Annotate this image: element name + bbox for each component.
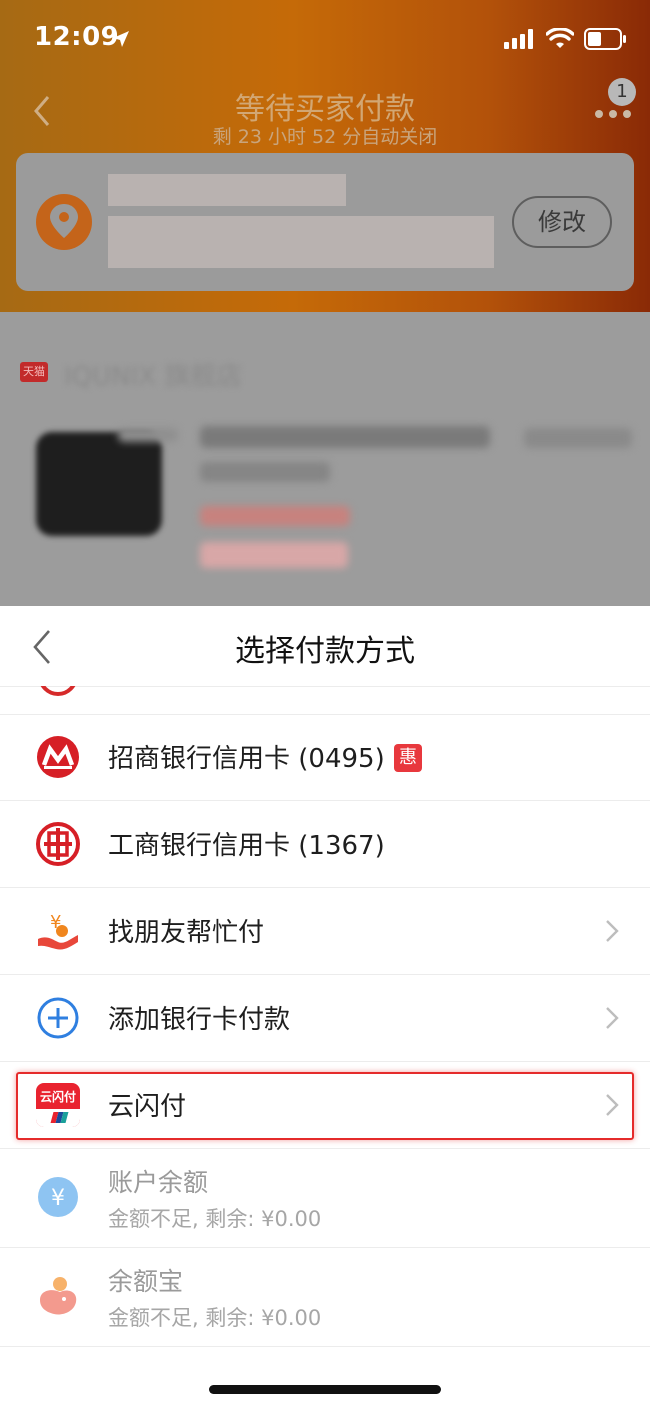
payment-option-icbc[interactable]: 工商银行信用卡 (1367) [0, 801, 650, 888]
promo-badge: 惠 [394, 744, 422, 772]
recipient-redacted [108, 174, 346, 206]
balance-yuan-icon: ¥ [38, 1177, 78, 1217]
battery-icon [584, 28, 626, 50]
product-tag-blurred [200, 542, 348, 568]
tmall-tag: 天猫 [20, 362, 48, 382]
location-pin-icon [36, 194, 92, 250]
payment-option-friend-pay[interactable]: ¥ 找朋友帮忙付 [0, 888, 650, 975]
add-card-icon [37, 997, 79, 1039]
payment-label: 余额宝 [108, 1267, 184, 1296]
status-icons [504, 26, 628, 52]
product-code-blurred [118, 428, 178, 442]
scrolled-row-partial [0, 686, 650, 715]
notification-badge: 1 [608, 78, 636, 106]
insufficient-note: 金额不足, 剩余: ¥0.00 [108, 1306, 322, 1330]
store-name[interactable]: IQUNIX 旗舰店 [64, 356, 242, 393]
address-redacted [108, 216, 494, 268]
cmb-bank-icon [37, 736, 79, 778]
sheet-header: 选择付款方式 [0, 606, 650, 687]
payment-option-cmb[interactable]: 招商银行信用卡 (0495) 惠 [0, 714, 650, 801]
sheet-title: 选择付款方式 [235, 634, 415, 669]
partial-bank-icon [38, 686, 78, 696]
payment-label: 添加银行卡付款 [108, 1005, 291, 1035]
order-page-background: 12:09 等待买家付款 剩 23 小时 52 分自动关闭 1 修改 天猫 IQ… [0, 0, 650, 606]
product-price-blurred [524, 428, 632, 448]
order-countdown: 剩 23 小时 52 分自动关闭 [212, 126, 438, 148]
signal-icon [504, 29, 533, 49]
product-title-blurred [200, 426, 490, 448]
payment-method-sheet: 选择付款方式 招商银行信用卡 (0495) 惠 工商银行信用卡 (1367) ¥ [0, 606, 650, 1408]
payment-label: 工商银行信用卡 (1367) [108, 831, 385, 861]
svg-text:¥: ¥ [51, 1186, 65, 1211]
payment-option-yuebao: 余额宝 金额不足, 剩余: ¥0.00 [0, 1248, 650, 1347]
payment-label: 招商银行信用卡 (0495) [108, 744, 385, 774]
product-spec-blurred [200, 462, 330, 482]
insufficient-note: 金额不足, 剩余: ¥0.00 [108, 1207, 322, 1231]
yuebao-icon [40, 1277, 77, 1315]
friend-pay-icon: ¥ [38, 912, 78, 950]
highlight-box-unionpay [16, 1072, 634, 1140]
payment-label: 找朋友帮忙付 [108, 918, 265, 948]
chevron-right-icon [606, 920, 619, 942]
payment-option-add-card[interactable]: 添加银行卡付款 [0, 975, 650, 1062]
chevron-right-icon [606, 1007, 619, 1029]
product-promo-blurred [200, 506, 350, 526]
icbc-bank-icon [36, 822, 80, 866]
payment-option-balance: ¥ 账户余额 金额不足, 剩余: ¥0.00 [0, 1149, 650, 1248]
payment-label: 账户余额 [108, 1168, 209, 1197]
home-indicator[interactable] [209, 1385, 441, 1394]
wifi-icon [546, 28, 574, 48]
location-arrow-icon [113, 31, 129, 47]
edit-address-button[interactable]: 修改 [512, 196, 612, 248]
status-time: 12:09 [34, 22, 120, 52]
product-image[interactable] [36, 432, 162, 536]
